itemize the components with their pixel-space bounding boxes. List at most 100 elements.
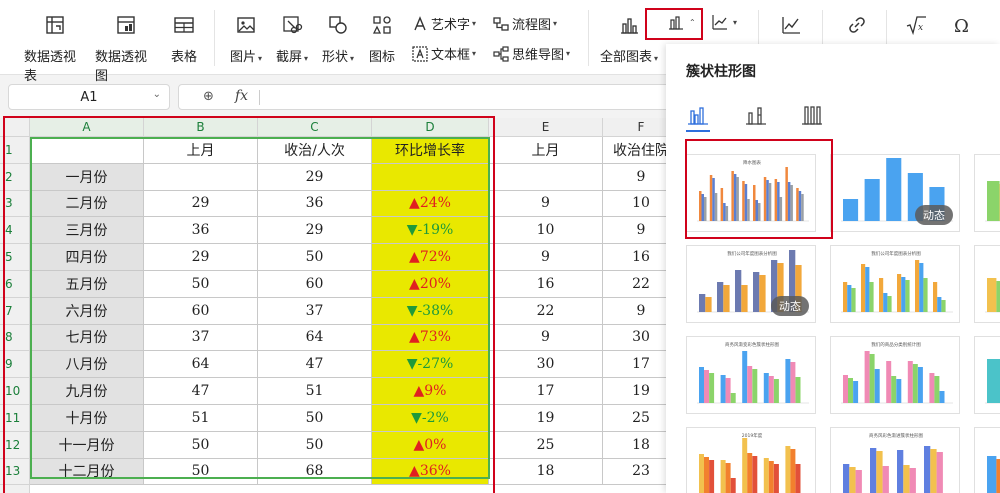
spreadsheet-grid[interactable]: A B C D E F 1 上月 收治/人次 环比增长率 上月 收治住院 2 一月份 29 9 3 二月份 29 36… (0, 118, 666, 493)
cell-B7[interactable]: 60 (144, 297, 258, 325)
cell-A3[interactable]: 二月份 (30, 190, 144, 218)
fx-icon[interactable]: fx (235, 88, 248, 104)
cell-E7[interactable]: 22 (489, 297, 603, 325)
cell-E2[interactable] (489, 163, 603, 191)
cell-E9[interactable]: 30 (489, 351, 603, 379)
column-header-D[interactable]: D (372, 118, 489, 137)
cell-F6[interactable]: 22 (603, 271, 666, 298)
textbox-button[interactable]: 文本框 ▾ (412, 44, 476, 63)
cell-E8[interactable]: 9 (489, 324, 603, 352)
chart-thumbnail[interactable]: 动态 (830, 154, 960, 232)
cell-E11[interactable]: 19 (489, 405, 603, 432)
cell-C6[interactable]: 60 (258, 271, 372, 298)
cell-B13[interactable]: 50 (144, 458, 258, 486)
picture-button[interactable]: 图片 ▾ (226, 12, 266, 65)
cell-C8[interactable]: 64 (258, 324, 372, 352)
row-header-11[interactable]: 11 (0, 405, 30, 432)
cell-E13[interactable]: 18 (489, 458, 603, 486)
sparkline-button[interactable] (776, 12, 806, 46)
stacked-column-tab[interactable] (744, 104, 768, 126)
cell-E1[interactable]: 上月 (489, 137, 603, 164)
row-header-7[interactable]: 7 (0, 297, 30, 325)
cell-A13[interactable]: 十二月份 (30, 458, 144, 486)
cell-D6[interactable]: ▲20% (372, 271, 489, 298)
chevron-down-icon[interactable]: ⌄ (153, 89, 161, 100)
cell-A6[interactable]: 五月份 (30, 271, 144, 298)
select-all-corner[interactable] (0, 118, 30, 137)
row-header-8[interactable]: 8 (0, 324, 30, 352)
cell-A5[interactable]: 四月份 (30, 244, 144, 271)
cell-B5[interactable]: 29 (144, 244, 258, 271)
cell-A7[interactable]: 六月份 (30, 297, 144, 325)
cell-E12[interactable]: 25 (489, 431, 603, 459)
cell-E3[interactable]: 9 (489, 190, 603, 218)
cell-F13[interactable]: 23 (603, 458, 666, 486)
cell-B12[interactable]: 50 (144, 431, 258, 459)
row-header-2[interactable]: 2 (0, 163, 30, 191)
cell-D3[interactable]: ▲24% (372, 190, 489, 218)
cell-C12[interactable]: 50 (258, 431, 372, 459)
cell-B10[interactable]: 47 (144, 378, 258, 405)
cell-B4[interactable]: 36 (144, 217, 258, 245)
column-header-A[interactable]: A (30, 118, 144, 137)
chart-thumbnail[interactable]: 我们公司年度图表分析图 动态 (686, 245, 816, 323)
chart-thumbnail[interactable] (974, 154, 1000, 232)
row-header-10[interactable]: 10 (0, 378, 30, 405)
cell-D13[interactable]: ▲36% (372, 458, 489, 486)
row-header-14[interactable]: 14 (0, 485, 30, 493)
table-button[interactable]: 表格 (168, 12, 200, 65)
cell-A10[interactable]: 九月份 (30, 378, 144, 405)
cell-B2[interactable] (144, 163, 258, 191)
cell-B8[interactable]: 37 (144, 324, 258, 352)
cell-F1[interactable]: 收治住院 (603, 137, 666, 164)
shape-button[interactable]: 形状 ▾ (318, 12, 358, 65)
chart-thumbnail[interactable] (974, 427, 1000, 493)
chart-thumbnail[interactable]: 商务风渐变彩色簇状柱形图 (686, 336, 816, 414)
cell-F5[interactable]: 16 (603, 244, 666, 271)
cell-F11[interactable]: 25 (603, 405, 666, 432)
cell-D2[interactable] (372, 163, 489, 191)
pivot-table-button[interactable]: 数据透视表 (24, 12, 86, 84)
chart-thumbnail[interactable] (974, 245, 1000, 323)
cell-A2[interactable]: 一月份 (30, 163, 144, 191)
row-header-1[interactable]: 1 (0, 137, 30, 164)
cell-C13[interactable]: 68 (258, 458, 372, 486)
screenshot-button[interactable]: 截屏 ▾ (272, 12, 312, 65)
cell-B9[interactable]: 64 (144, 351, 258, 379)
cell-D12[interactable]: ▲0% (372, 431, 489, 459)
chart-thumbnail[interactable]: 我们公司年度图表分析图 (830, 245, 960, 323)
equation-button[interactable]: x (900, 12, 932, 46)
name-box[interactable]: A1 ⌄ (8, 84, 170, 110)
row-header-4[interactable]: 4 (0, 217, 30, 245)
chart-thumbnail[interactable]: 商务风彩色渐进簇状柱形图 (830, 427, 960, 493)
mindmap-button[interactable]: 思维导图 ▾ (493, 44, 570, 63)
chart-thumbnail[interactable]: 2019年度 (686, 427, 816, 493)
cell-A9[interactable]: 八月份 (30, 351, 144, 379)
cell-D8[interactable]: ▲73% (372, 324, 489, 352)
cell-A8[interactable]: 七月份 (30, 324, 144, 352)
column-header-C[interactable]: C (258, 118, 372, 137)
cell-C2[interactable]: 29 (258, 163, 372, 191)
cell-F2[interactable]: 9 (603, 163, 666, 191)
percent-column-tab[interactable] (800, 104, 824, 126)
cell-D7[interactable]: ▼-38% (372, 297, 489, 325)
cell-F3[interactable]: 10 (603, 190, 666, 218)
cell-B6[interactable]: 50 (144, 271, 258, 298)
cell-A1[interactable] (30, 137, 144, 164)
cell-C4[interactable]: 29 (258, 217, 372, 245)
cell-E4[interactable]: 10 (489, 217, 603, 245)
cell-A12[interactable]: 十一月份 (30, 431, 144, 459)
cell-E6[interactable]: 16 (489, 271, 603, 298)
column-header-F[interactable]: F (603, 118, 666, 137)
cell-F7[interactable]: 9 (603, 297, 666, 325)
column-header-E[interactable]: E (489, 118, 603, 137)
zoom-icon[interactable]: ⊕ (203, 89, 214, 104)
symbol-button[interactable]: Ω (948, 12, 978, 46)
pivot-chart-button[interactable]: 数据透视图 (95, 12, 157, 84)
row-header-12[interactable]: 12 (0, 431, 30, 459)
cell-C10[interactable]: 51 (258, 378, 372, 405)
flowchart-button[interactable]: 流程图 ▾ (493, 14, 557, 33)
cell-D4[interactable]: ▼-19% (372, 217, 489, 245)
row-header-3[interactable]: 3 (0, 190, 30, 218)
row-header-9[interactable]: 9 (0, 351, 30, 379)
